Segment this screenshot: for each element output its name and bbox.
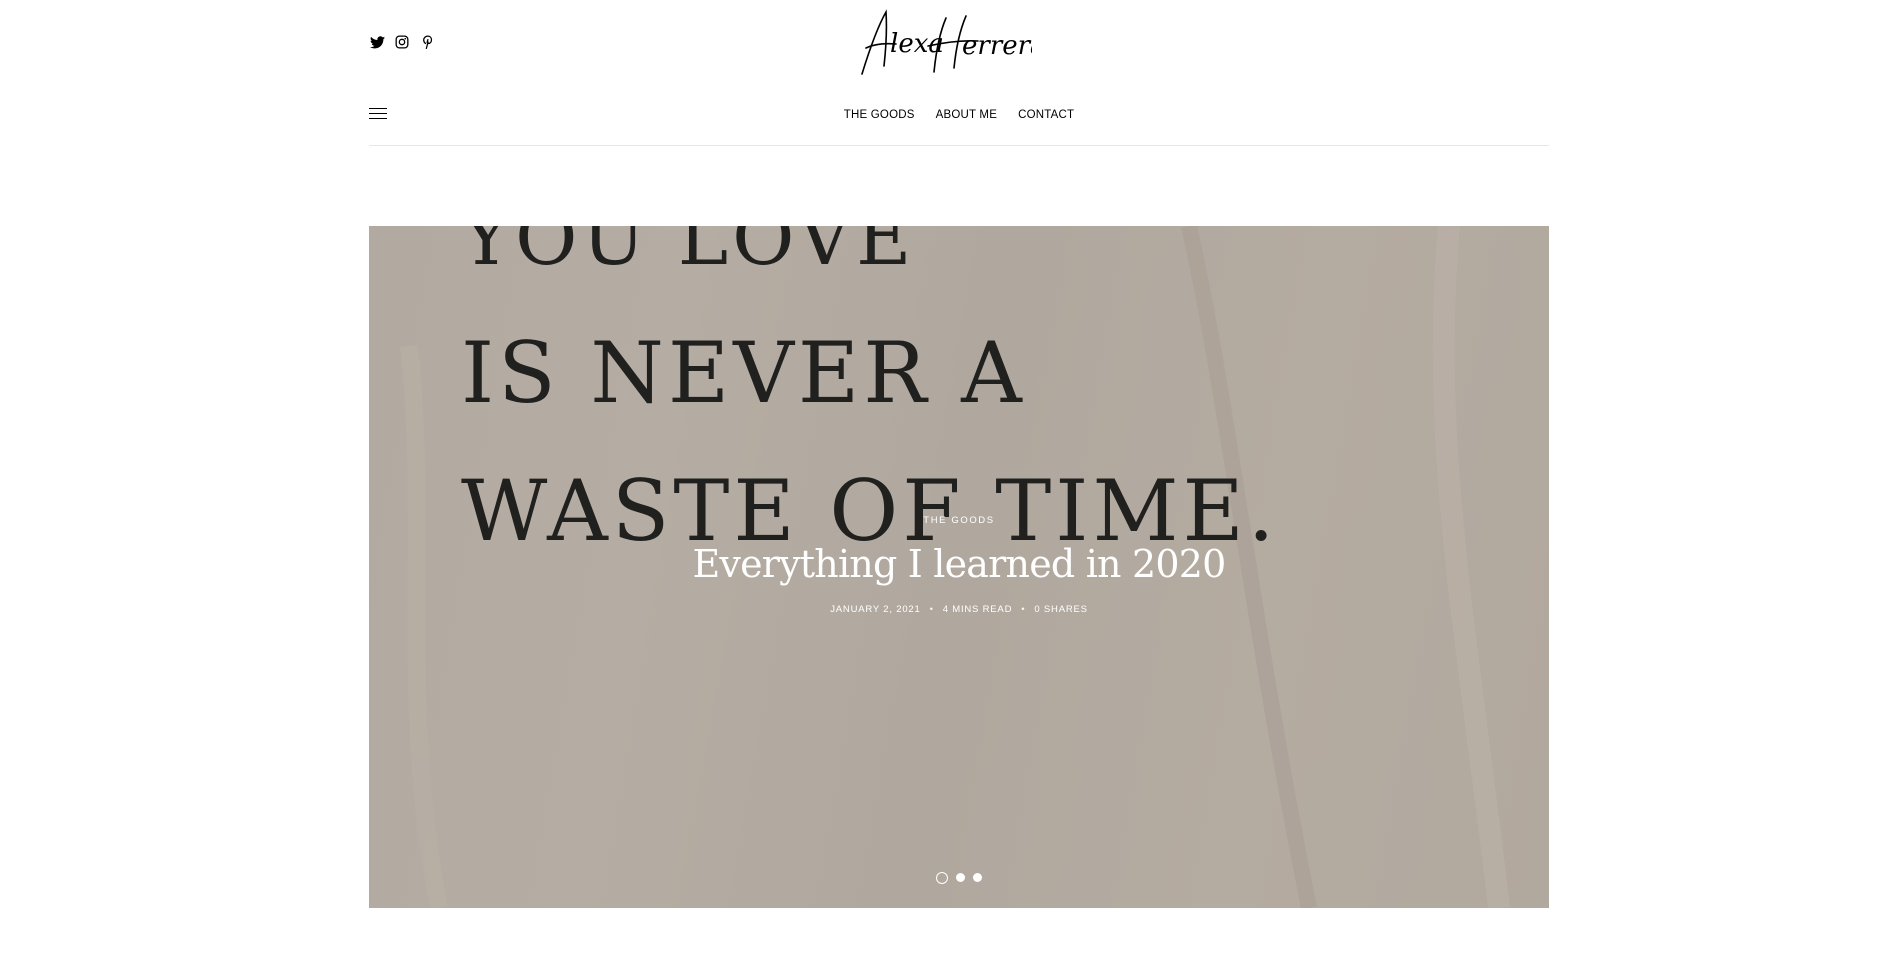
nav-item-the-goods[interactable]: THE GOODS xyxy=(844,109,915,121)
header-divider xyxy=(369,145,1549,146)
slider-dots xyxy=(369,871,1549,884)
meta-separator: • xyxy=(1021,604,1026,615)
post-shares: 0 SHARES xyxy=(1034,604,1088,615)
post-meta: JANUARY 2, 2021 • 4 MINS READ • 0 SHARES xyxy=(369,604,1549,615)
slider-dot-1[interactable] xyxy=(936,871,948,884)
nav-menu: THE GOODS ABOUT ME CONTACT xyxy=(369,109,1549,121)
pinterest-icon[interactable] xyxy=(419,34,435,50)
site-logo[interactable]: lexa errera xyxy=(856,8,1032,78)
post-date: JANUARY 2, 2021 xyxy=(830,604,921,615)
slider-dot-3[interactable] xyxy=(973,873,982,882)
nav-item-about-me[interactable]: ABOUT ME xyxy=(936,109,997,121)
meta-separator: • xyxy=(929,604,934,615)
post-category[interactable]: THE GOODS xyxy=(923,515,994,526)
instagram-icon[interactable] xyxy=(394,34,410,50)
main-navigation: THE GOODS ABOUT ME CONTACT xyxy=(369,104,1549,128)
post-title[interactable]: Everything I learned in 2020 xyxy=(369,542,1549,586)
hero-slider[interactable]: YOU LOVE IS NEVER A WASTE OF TIME. THE G… xyxy=(369,226,1549,908)
post-read-time: 4 MINS READ xyxy=(942,604,1013,615)
twitter-icon[interactable] xyxy=(369,34,385,50)
svg-text:errera: errera xyxy=(962,31,1032,61)
nav-item-contact[interactable]: CONTACT xyxy=(1018,109,1074,121)
hero-caption: THE GOODS Everything I learned in 2020 J… xyxy=(369,510,1549,615)
slider-dot-2[interactable] xyxy=(956,873,965,882)
social-links xyxy=(369,34,435,50)
